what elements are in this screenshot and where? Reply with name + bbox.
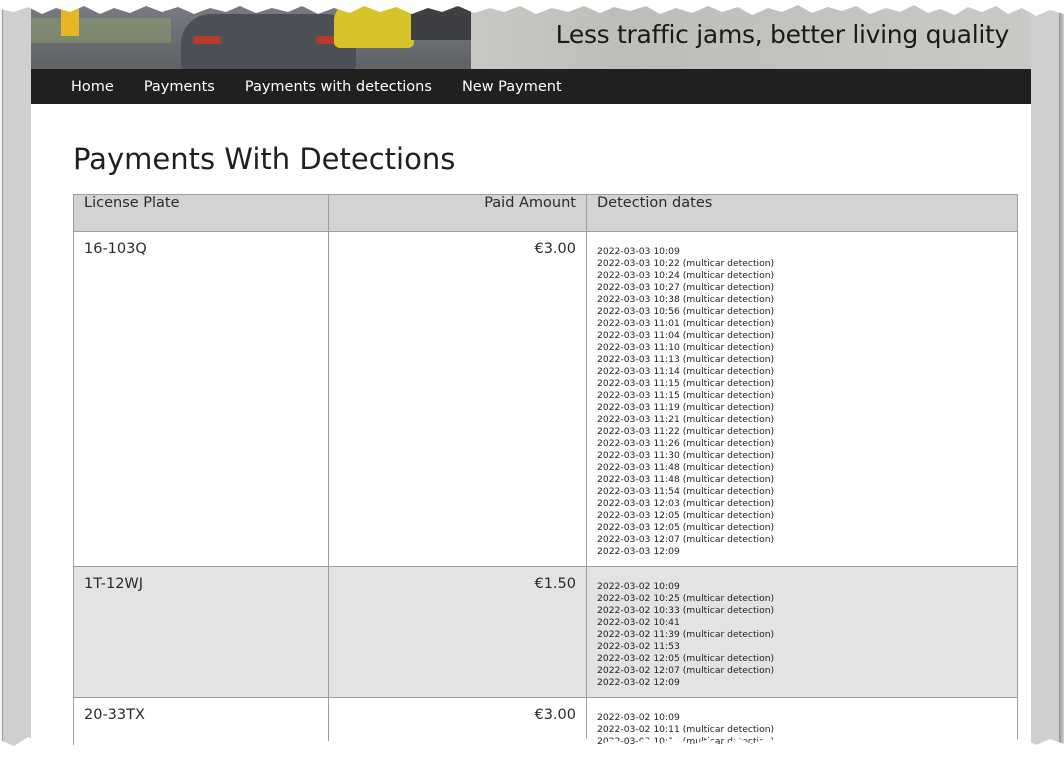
detection-date: 2022-03-03 11:13 (multicar detection) [597, 354, 775, 365]
detection-date: 2022-03-03 12:07 (multicar detection) [597, 534, 775, 545]
column-header-detection-dates: Detection dates [586, 194, 1018, 232]
detection-date: 2022-03-03 11:48 (multicar detection) [597, 474, 775, 485]
detection-date: 2022-03-03 11:19 (multicar detection) [597, 402, 775, 413]
detection-date: 2022-03-03 11:15 (multicar detection) [597, 378, 775, 389]
detection-date: 2022-03-02 11:53 [597, 641, 680, 652]
detection-date: 2022-03-03 10:22 (multicar detection) [597, 258, 775, 269]
detection-date: 2022-03-03 10:56 (multicar detection) [597, 306, 775, 317]
detection-date: 2022-03-02 12:09 [597, 677, 680, 688]
nav-payments[interactable]: Payments [144, 79, 215, 95]
column-header-paid-amount: Paid Amount [328, 194, 587, 232]
license-plate-cell: 16-103Q [73, 231, 329, 567]
detection-date: 2022-03-03 11:01 (multicar detection) [597, 318, 775, 329]
nav-new-payment[interactable]: New Payment [462, 79, 562, 95]
detection-date: 2022-03-03 10:24 (multicar detection) [597, 270, 775, 281]
detection-date: 2022-03-03 12:05 (multicar detection) [597, 510, 775, 521]
detection-date: 2022-03-03 12:05 (multicar detection) [597, 522, 775, 533]
detection-date: 2022-03-03 11:30 (multicar detection) [597, 450, 775, 461]
table-row: 16-103Q €3.00 2022-03-03 10:09 2022-03-03 1… [73, 231, 1018, 567]
detection-date: 2022-03-02 12:05 (multicar detection) [597, 653, 775, 664]
page: Less traffic jams, better living quality… [31, 0, 1031, 750]
detection-date: 2022-03-02 12:07 (multicar detection) [597, 665, 775, 676]
detection-date: 2022-03-03 11:15 (multicar detection) [597, 390, 775, 401]
detection-date: 2022-03-02 10:25 (multicar detection) [597, 593, 775, 604]
detection-date: 2022-03-03 12:03 (multicar detection) [597, 498, 775, 509]
detection-date: 2022-03-03 11:10 (multicar detection) [597, 342, 775, 353]
detection-date: 2022-03-03 11:26 (multicar detection) [597, 438, 775, 449]
detection-date: 2022-03-02 10:41 [597, 617, 680, 628]
detection-date: 2022-03-03 11:22 (multicar detection) [597, 426, 775, 437]
detection-dates-cell: 2022-03-02 10:09 2022-03-02 10:25 (multic… [586, 566, 1018, 698]
detection-date: 2022-03-03 10:38 (multicar detection) [597, 294, 775, 305]
detection-date: 2022-03-02 11:39 (multicar detection) [597, 629, 775, 640]
detection-date: 2022-03-03 10:09 [597, 246, 680, 257]
column-header-license-plate: License Plate [73, 194, 329, 232]
paid-amount-cell: €1.50 [328, 566, 587, 698]
page-title: Payments With Detections [73, 142, 456, 176]
detection-date: 2022-03-03 11:04 (multicar detection) [597, 330, 775, 341]
paid-amount-cell: €3.00 [328, 231, 587, 567]
screenshot-frame: Less traffic jams, better living quality… [2, 0, 1060, 750]
detection-date: 2022-03-03 10:27 (multicar detection) [597, 282, 775, 293]
detection-date: 2022-03-03 11:21 (multicar detection) [597, 414, 775, 425]
nav-payments-with-detections[interactable]: Payments with detections [245, 79, 432, 95]
detection-date: 2022-03-03 11:14 (multicar detection) [597, 366, 775, 377]
detection-date: 2022-03-03 11:48 (multicar detection) [597, 462, 775, 473]
detection-date: 2022-03-03 11:54 (multicar detection) [597, 486, 775, 497]
table-header-row: License Plate Paid Amount Detection date… [73, 194, 1018, 232]
license-plate-cell: 1T-12WJ [73, 566, 329, 698]
torn-edge-top [0, 0, 1064, 16]
detection-date: 2022-03-03 12:09 [597, 546, 680, 557]
nav-home[interactable]: Home [71, 79, 114, 95]
detection-date: 2022-03-02 10:09 [597, 581, 680, 592]
payments-table: License Plate Paid Amount Detection date… [73, 194, 1018, 750]
table-row: 1T-12WJ €1.50 2022-03-02 10:09 2022-03-02 1… [73, 566, 1018, 698]
main-nav: Home Payments Payments with detections N… [31, 69, 1031, 104]
detection-date: 2022-03-02 10:33 (multicar detection) [597, 605, 775, 616]
detection-dates-cell: 2022-03-03 10:09 2022-03-03 10:22 (multic… [586, 231, 1018, 567]
torn-edge-bottom [0, 737, 1064, 770]
